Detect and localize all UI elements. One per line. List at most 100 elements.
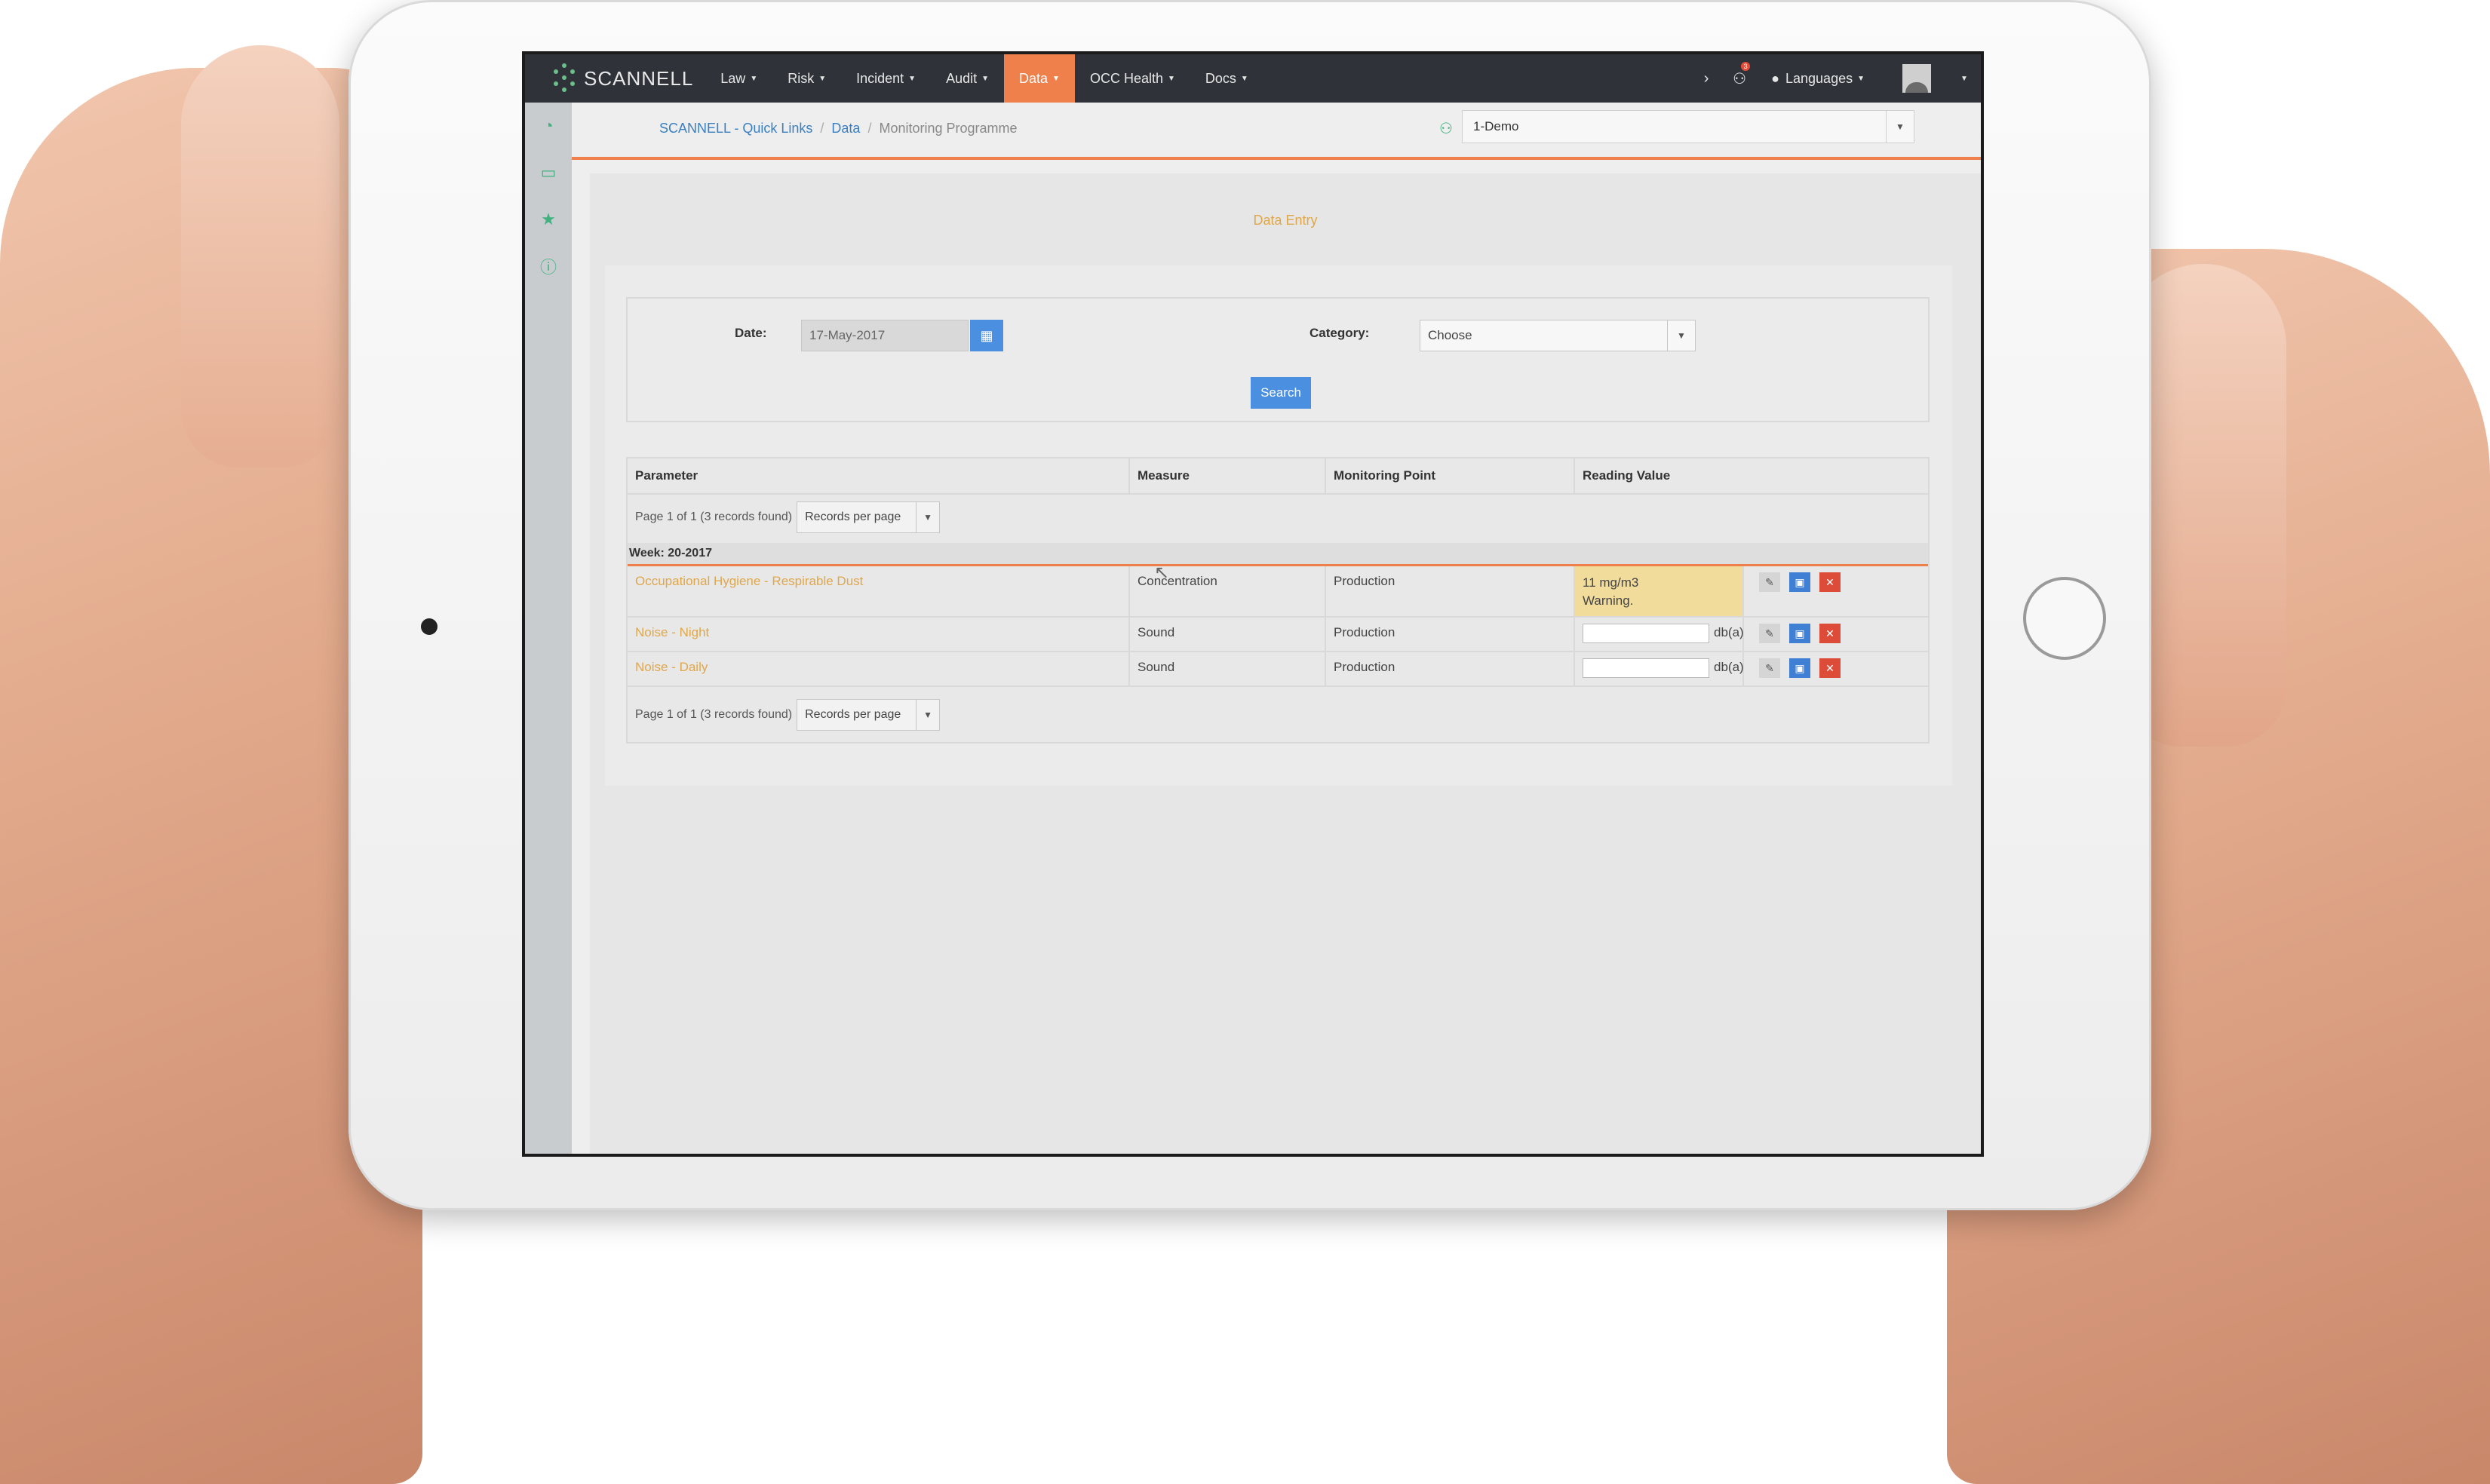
records-per-page-label: Records per page bbox=[805, 708, 901, 721]
breadcrumb-bar: SCANNELL - Quick Links / Data / Monitoring P… bbox=[572, 103, 1981, 157]
caret-down-icon[interactable]: ▼ bbox=[916, 502, 939, 532]
calendar-icon[interactable]: ▦ bbox=[970, 320, 1003, 351]
reading-input[interactable] bbox=[1583, 658, 1709, 678]
nav-risk-label: Risk bbox=[788, 70, 815, 86]
reading-entry-cell: db(a) bbox=[1575, 618, 1744, 651]
org-tree-icon[interactable]: ⚇ 3 bbox=[1723, 54, 1756, 103]
caret-down-icon: ▼ bbox=[1167, 74, 1175, 83]
delete-icon[interactable]: ✕ bbox=[1819, 624, 1841, 643]
search-button[interactable]: Search bbox=[1251, 377, 1311, 409]
user-avatar[interactable] bbox=[1902, 64, 1931, 93]
reading-warning-cell: 11 mg/m3 Warning. bbox=[1575, 566, 1744, 616]
edit-icon[interactable]: ✎ bbox=[1759, 624, 1780, 643]
caret-down-icon: ▼ bbox=[1240, 74, 1248, 83]
column-header-monitoring-point[interactable]: Monitoring Point bbox=[1326, 458, 1575, 493]
left-sidebar: ◔ ▭ ★ ⓘ bbox=[525, 103, 572, 1154]
parameter-link[interactable]: Noise - Daily bbox=[628, 652, 1130, 685]
nav-docs[interactable]: Docs ▼ bbox=[1190, 54, 1263, 103]
column-header-reading-value[interactable]: Reading Value bbox=[1575, 458, 1928, 493]
breadcrumb-separator: / bbox=[867, 121, 872, 136]
caret-down-icon[interactable]: ▼ bbox=[1886, 111, 1914, 143]
parameter-link[interactable]: Occupational Hygiene - Respirable Dust bbox=[628, 566, 1130, 616]
delete-icon[interactable]: ✕ bbox=[1819, 658, 1841, 678]
table-row: Noise - Night Sound Production db(a) ✎ ▣… bbox=[628, 618, 1928, 652]
records-per-page-select[interactable]: Records per page ▼ bbox=[797, 501, 941, 533]
nav-occ-health-label: OCC Health bbox=[1089, 70, 1163, 86]
left-thumb bbox=[181, 45, 498, 468]
records-per-page-select[interactable]: Records per page ▼ bbox=[797, 699, 941, 731]
nav-occ-health[interactable]: OCC Health ▼ bbox=[1075, 54, 1190, 103]
pager-bottom: Page 1 of 1 (3 records found) Records pe… bbox=[635, 698, 941, 731]
monitoring-point-cell: Production bbox=[1326, 566, 1575, 616]
page-title: Data Entry bbox=[1253, 213, 1318, 228]
app-window: SCANNELL Law ▼ Risk ▼ Incident ▼ Audit ▼ Dat… bbox=[525, 54, 1981, 1154]
chevron-right-icon[interactable]: › bbox=[1690, 54, 1723, 103]
table-row: Occupational Hygiene - Respirable Dust C… bbox=[628, 566, 1928, 618]
monitor-icon[interactable]: ▭ bbox=[525, 149, 572, 196]
save-icon[interactable]: ▣ bbox=[1789, 624, 1810, 643]
dashboard-icon[interactable]: ◔ bbox=[525, 103, 572, 149]
brand[interactable]: SCANNELL bbox=[552, 63, 693, 94]
caret-down-icon: ▼ bbox=[818, 74, 827, 83]
nav-incident[interactable]: Incident ▼ bbox=[841, 54, 931, 103]
pager-text: Page 1 of 1 (3 records found) bbox=[635, 708, 793, 721]
notification-badge: 3 bbox=[1741, 62, 1751, 71]
category-select-value: Choose bbox=[1428, 328, 1472, 342]
avatar-silhouette bbox=[1905, 82, 1928, 93]
info-icon[interactable]: ⓘ bbox=[525, 243, 572, 290]
organisation-select[interactable]: 1-Demo ▼ bbox=[1462, 110, 1914, 143]
monitoring-point-cell: Production bbox=[1326, 618, 1575, 651]
navbar-right: › ⚇ 3 ● Languages ▼ ▼ bbox=[1690, 54, 1981, 103]
category-select[interactable]: Choose ▼ bbox=[1420, 320, 1696, 351]
nav-docs-label: Docs bbox=[1205, 70, 1236, 86]
tablet-camera bbox=[421, 618, 438, 635]
caret-down-icon: ▼ bbox=[908, 74, 916, 83]
measure-cell: Sound bbox=[1130, 652, 1326, 685]
breadcrumb-home-link[interactable]: SCANNELL - Quick Links bbox=[659, 121, 812, 136]
nav-risk[interactable]: Risk ▼ bbox=[772, 54, 841, 103]
languages-menu[interactable]: ● Languages ▼ bbox=[1756, 54, 1880, 103]
edit-icon[interactable]: ✎ bbox=[1759, 658, 1780, 678]
caret-down-icon[interactable]: ▼ bbox=[1667, 320, 1695, 351]
save-icon[interactable]: ▣ bbox=[1789, 572, 1810, 592]
tablet-home-button[interactable] bbox=[2023, 577, 2106, 660]
scannell-logo-icon bbox=[552, 63, 576, 94]
parameter-link[interactable]: Noise - Night bbox=[628, 618, 1130, 651]
edit-icon[interactable]: ✎ bbox=[1759, 572, 1780, 592]
table-row: Noise - Daily Sound Production db(a) ✎ ▣… bbox=[628, 652, 1928, 687]
caret-down-icon: ▼ bbox=[981, 74, 990, 83]
breadcrumb-separator: / bbox=[820, 121, 824, 136]
filter-form: Date: 17-May-2017 ▦ Category: Choose ▼ S… bbox=[626, 297, 1930, 422]
date-label: Date: bbox=[735, 326, 767, 340]
nav-audit[interactable]: Audit ▼ bbox=[931, 54, 1004, 103]
reading-input[interactable] bbox=[1583, 624, 1709, 643]
records-per-page-label: Records per page bbox=[805, 511, 901, 523]
category-label: Category: bbox=[1309, 326, 1370, 340]
nav-law[interactable]: Law ▼ bbox=[705, 54, 772, 103]
column-header-measure[interactable]: Measure bbox=[1130, 458, 1326, 493]
languages-label: Languages bbox=[1785, 70, 1853, 86]
nav-incident-label: Incident bbox=[856, 70, 904, 86]
reading-entry-cell: db(a) bbox=[1575, 652, 1744, 685]
caret-down-icon: ▼ bbox=[1857, 74, 1865, 83]
pager-text: Page 1 of 1 (3 records found) bbox=[635, 511, 793, 523]
caret-down-icon[interactable]: ▼ bbox=[1948, 54, 1981, 103]
delete-icon[interactable]: ✕ bbox=[1819, 572, 1841, 592]
main-content: Data Entry Date: 17-May-2017 ▦ Category:… bbox=[590, 173, 1981, 1154]
nav-audit-label: Audit bbox=[946, 70, 978, 86]
caret-down-icon[interactable]: ▼ bbox=[916, 700, 939, 730]
pager-top: Page 1 of 1 (3 records found) Records pe… bbox=[635, 501, 941, 534]
column-header-parameter[interactable]: Parameter bbox=[628, 458, 1130, 493]
date-field[interactable]: 17-May-2017 bbox=[801, 320, 969, 351]
star-icon[interactable]: ★ bbox=[525, 196, 572, 243]
measure-cell: Sound bbox=[1130, 618, 1326, 651]
reading-value: 11 mg/m3 bbox=[1583, 575, 1639, 590]
caret-down-icon: ▼ bbox=[1052, 74, 1060, 83]
nav-data[interactable]: Data ▼ bbox=[1004, 54, 1075, 103]
breadcrumb-data-link[interactable]: Data bbox=[831, 121, 860, 136]
breadcrumb: SCANNELL - Quick Links / Data / Monitoring P… bbox=[659, 121, 1018, 136]
header-divider bbox=[628, 493, 1928, 495]
nav-data-label: Data bbox=[1019, 70, 1049, 86]
brand-name: SCANNELL bbox=[584, 66, 694, 90]
save-icon[interactable]: ▣ bbox=[1789, 658, 1810, 678]
